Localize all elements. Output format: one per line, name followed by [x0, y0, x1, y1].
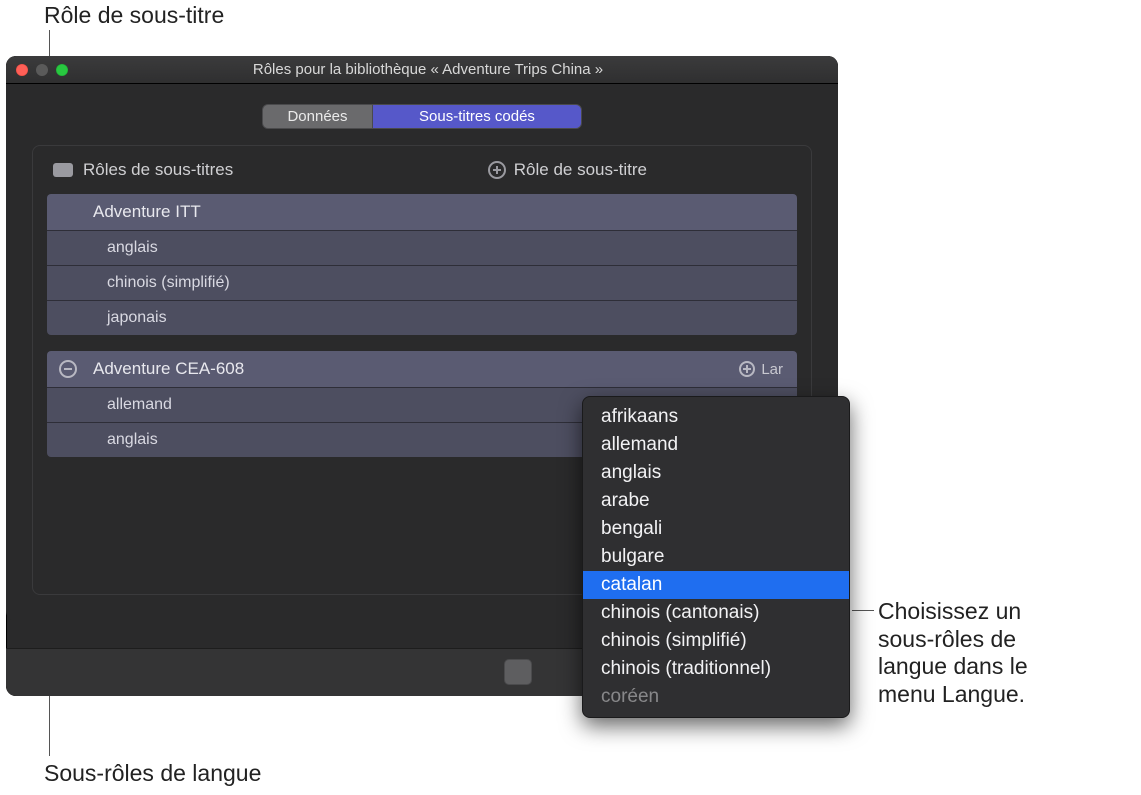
- callout-bottom: Sous-rôles de langue: [44, 760, 261, 787]
- language-subrole[interactable]: japonais: [47, 300, 797, 335]
- apply-button[interactable]: [504, 659, 532, 685]
- role-header[interactable]: Adventure ITT: [47, 194, 797, 230]
- tab-data[interactable]: Données: [263, 105, 373, 128]
- language-menu-item[interactable]: catalan: [583, 571, 849, 599]
- plus-icon: [488, 161, 506, 179]
- language-menu-item[interactable]: chinois (traditionnel): [583, 655, 849, 683]
- role-name: Adventure ITT: [93, 202, 201, 222]
- window-title: Rôles pour la bibliothèque « Adventure T…: [28, 61, 828, 78]
- language-menu-item[interactable]: bengali: [583, 515, 849, 543]
- close-icon[interactable]: [16, 64, 28, 76]
- section-title: Rôles de sous-titres: [83, 160, 233, 180]
- language-menu[interactable]: afrikaansallemandanglaisarabebengalibulg…: [582, 396, 850, 718]
- language-menu-item[interactable]: chinois (simplifié): [583, 627, 849, 655]
- language-subrole[interactable]: chinois (simplifié): [47, 265, 797, 300]
- remove-role-icon[interactable]: [59, 360, 77, 378]
- plus-icon: [739, 361, 755, 377]
- language-menu-item[interactable]: afrikaans: [583, 403, 849, 431]
- role-group: Adventure ITT anglaischinois (simplifié)j…: [47, 194, 797, 335]
- add-caption-role-button[interactable]: Rôle de sous-titre: [488, 160, 647, 180]
- role-name: Adventure CEA-608: [93, 359, 244, 379]
- add-language-button[interactable]: Lar: [739, 361, 783, 378]
- role-header[interactable]: Adventure CEA-608 Lar: [47, 351, 797, 387]
- language-menu-item[interactable]: anglais: [583, 459, 849, 487]
- callout-top: Rôle de sous-titre: [44, 2, 224, 29]
- language-subrole[interactable]: anglais: [47, 230, 797, 265]
- language-menu-item[interactable]: chinois (cantonais): [583, 599, 849, 627]
- language-menu-item[interactable]: allemand: [583, 431, 849, 459]
- section-header: Rôles de sous-titres Rôle de sous-titre: [47, 160, 797, 180]
- add-language-label: Lar: [761, 361, 783, 378]
- language-menu-item[interactable]: coréen: [583, 683, 849, 711]
- language-menu-item[interactable]: arabe: [583, 487, 849, 515]
- titlebar: Rôles pour la bibliothèque « Adventure T…: [6, 56, 838, 84]
- add-caption-role-label: Rôle de sous-titre: [514, 160, 647, 180]
- callout-line: [852, 610, 874, 611]
- callout-right: Choisissez un sous-rôles de langue dans …: [878, 598, 1028, 708]
- tab-captions[interactable]: Sous-titres codés: [373, 105, 581, 128]
- tabs-segmented: Données Sous-titres codés: [262, 104, 582, 129]
- language-menu-item[interactable]: bulgare: [583, 543, 849, 571]
- captions-icon: [53, 163, 73, 177]
